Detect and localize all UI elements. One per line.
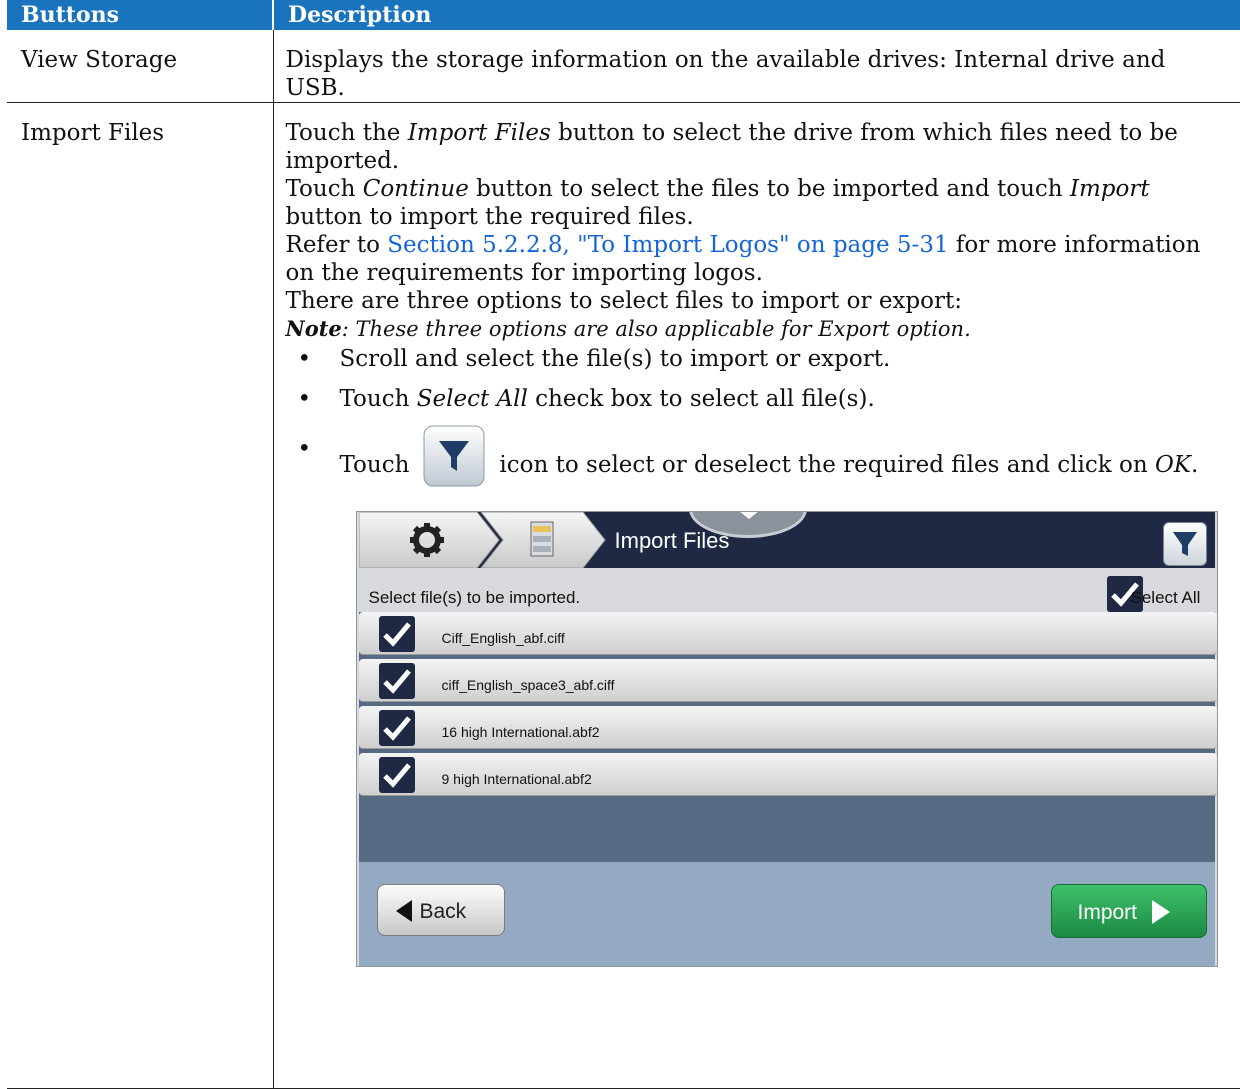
arrow-right-icon [1151, 900, 1170, 924]
file-name: 9 high International.abf2 [441, 771, 592, 787]
list-item: • Scroll and select the file(s) to import… [297, 346, 891, 372]
list-item[interactable]: ciff_English_space3_abf.ciff [358, 659, 1217, 705]
file-cabinet-icon[interactable] [530, 521, 553, 557]
file-checkbox[interactable] [378, 663, 415, 705]
breadcrumb [358, 512, 606, 568]
note: Note: These three options are also appli… [285, 316, 971, 341]
chevron-down-icon [738, 512, 759, 519]
file-name: ciff_English_space3_abf.ciff [441, 677, 615, 693]
table-row: View Storage Displays the storage inform… [7, 30, 1240, 103]
file-checkbox[interactable] [378, 616, 415, 658]
paragraph-refer: Refer to Section 5.2.2.8, "To Import Log… [285, 232, 1201, 286]
import-button[interactable]: Import [1050, 884, 1207, 938]
filter-icon [423, 425, 485, 487]
import-files-screenshot: Import Files Select file(s) to be import… [355, 511, 1218, 967]
header-buttons: Buttons [7, 0, 274, 30]
filter-icon [1172, 532, 1197, 556]
paragraph-import-drive: Touch the Import Files button to select … [285, 120, 1178, 174]
instruction-text: Select file(s) to be imported. [368, 588, 581, 607]
arrow-left-icon [395, 900, 412, 922]
note-label: Note [285, 316, 342, 341]
description-view-storage: Displays the storage information on the … [285, 47, 1166, 101]
button-name-view-storage: View Storage [21, 47, 178, 73]
list-item[interactable]: 9 high International.abf2 [358, 753, 1217, 799]
list-item[interactable]: 16 high International.abf2 [358, 706, 1217, 752]
table-row: Import Files Touch the Import Files butt… [7, 102, 1240, 1089]
table-header-row: Buttons Description [7, 0, 1240, 30]
section-link[interactable]: Section 5.2.2.8, "To Import Logos" on pa… [387, 232, 948, 258]
list-item: • Touch Select All check box to select al… [297, 386, 875, 412]
back-button[interactable]: Back [376, 884, 505, 936]
list-item: • Touch icon to select or deselect the req… [286, 425, 1231, 497]
bottom-bar: Back Import [358, 862, 1215, 966]
list-item[interactable]: Ciff_English_abf.ciff [358, 612, 1217, 658]
paragraph-continue: Touch Continue button to select the file… [285, 176, 1150, 230]
filter-button[interactable] [1162, 522, 1207, 566]
file-list: Ciff_English_abf.ciff ciff_English_space… [358, 612, 1217, 862]
file-checkbox[interactable] [378, 757, 415, 799]
button-description-table: Buttons Description View Storage Display… [7, 0, 1240, 1089]
paragraph-options-intro: There are three options to select files … [285, 288, 962, 314]
description-import-files: Touch the Import Files button to select … [274, 103, 1240, 967]
file-name: Ciff_English_abf.ciff [441, 630, 565, 646]
file-checkbox[interactable] [378, 710, 415, 752]
options-list: • Scroll and select the file(s) to import… [286, 345, 1231, 497]
header-description: Description [273, 0, 1240, 30]
file-name: 16 high International.abf2 [441, 724, 600, 740]
button-name-import-files: Import Files [21, 120, 165, 146]
select-all-label: Select All [1130, 588, 1201, 607]
